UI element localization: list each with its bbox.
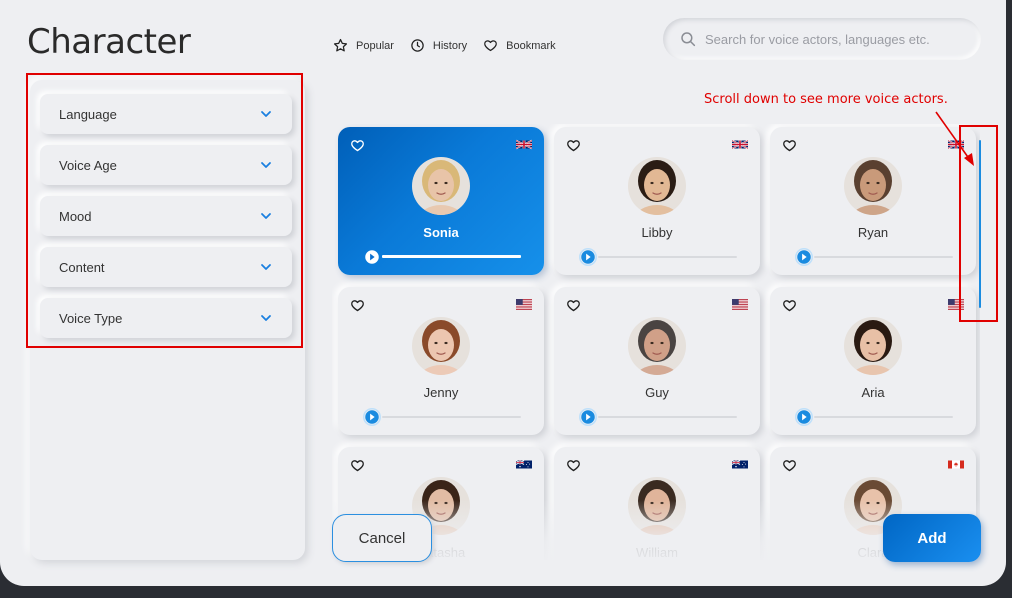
au-flag-icon: [732, 460, 748, 469]
voice-actor-card[interactable]: Aria: [770, 287, 976, 435]
actor-avatar: [844, 317, 902, 375]
actor-avatar: [412, 157, 470, 215]
play-icon[interactable]: [795, 408, 813, 426]
uk-flag-icon: [732, 139, 748, 150]
favorite-heart-icon[interactable]: [566, 458, 581, 473]
chevron-down-icon: [261, 213, 271, 219]
actor-name: Ryan: [857, 225, 889, 240]
top-nav: Popular History Bookmark: [333, 38, 556, 53]
voice-actor-grid: Sonia Libby Ryan Jenny Guy Aria Natasha William…: [332, 124, 980, 560]
favorite-heart-icon[interactable]: [350, 298, 365, 313]
character-window: Character Popular History Bookmark Langu…: [0, 0, 1006, 586]
page-title: Character: [27, 22, 191, 62]
canada-flag-icon: [948, 460, 964, 469]
play-icon[interactable]: [795, 248, 813, 266]
filter-language[interactable]: Language: [40, 94, 292, 134]
voice-actor-card[interactable]: Jenny: [338, 287, 544, 435]
add-button[interactable]: Add: [883, 514, 981, 562]
chevron-down-icon: [261, 162, 271, 168]
filter-label: Mood: [59, 208, 92, 224]
filter-voice-type[interactable]: Voice Type: [40, 298, 292, 338]
chevron-down-icon: [261, 111, 271, 117]
nav-popular[interactable]: Popular: [333, 38, 394, 53]
voice-actor-card[interactable]: William: [554, 447, 760, 560]
clock-icon: [411, 39, 424, 52]
audio-progress-track[interactable]: [814, 256, 953, 258]
actor-avatar: [628, 477, 686, 535]
cancel-button[interactable]: Cancel: [332, 514, 432, 562]
filter-sidebar: Language Voice Age Mood Content Voice Ty…: [30, 80, 305, 560]
search-box: [663, 18, 981, 60]
voice-actor-card[interactable]: Libby: [554, 127, 760, 275]
us-flag-icon: [732, 299, 748, 310]
audio-progress-track[interactable]: [382, 416, 521, 418]
actor-name: Aria: [861, 385, 885, 400]
favorite-heart-icon[interactable]: [350, 458, 365, 473]
heart-icon: [484, 40, 498, 52]
filter-label: Voice Age: [59, 157, 117, 173]
play-icon[interactable]: [363, 408, 381, 426]
play-icon[interactable]: [579, 248, 597, 266]
filter-mood[interactable]: Mood: [40, 196, 292, 236]
voice-actor-card[interactable]: Guy: [554, 287, 760, 435]
favorite-heart-icon[interactable]: [566, 298, 581, 313]
filter-label: Language: [59, 106, 117, 122]
filter-label: Content: [59, 259, 105, 275]
voice-actor-card[interactable]: Sonia: [338, 127, 544, 275]
play-icon[interactable]: [363, 248, 381, 266]
search-icon: [681, 32, 696, 47]
actor-name: Jenny: [423, 385, 459, 400]
actor-name: William: [636, 545, 678, 560]
favorite-heart-icon[interactable]: [782, 298, 797, 313]
favorite-heart-icon[interactable]: [566, 138, 581, 153]
annotation-arrow-icon: [935, 111, 974, 166]
actor-avatar: [412, 317, 470, 375]
favorite-heart-icon[interactable]: [350, 138, 365, 153]
uk-flag-icon: [516, 139, 532, 150]
filter-voice-age[interactable]: Voice Age: [40, 145, 292, 185]
nav-history-label: History: [432, 39, 468, 52]
us-flag-icon: [516, 299, 532, 310]
audio-progress-track[interactable]: [382, 255, 521, 258]
actor-avatar: [628, 317, 686, 375]
play-icon[interactable]: [579, 408, 597, 426]
star-icon: [333, 38, 348, 52]
us-flag-icon: [948, 299, 964, 310]
actor-avatar: [628, 157, 686, 215]
chevron-down-icon: [261, 264, 271, 270]
nav-bookmark[interactable]: Bookmark: [483, 38, 556, 53]
favorite-heart-icon[interactable]: [782, 458, 797, 473]
nav-popular-label: Popular: [356, 39, 394, 52]
au-flag-icon: [516, 460, 532, 469]
scroll-hint-annotation: Scroll down to see more voice actors.: [704, 92, 948, 107]
audio-progress-track[interactable]: [598, 416, 737, 418]
actor-name: Guy: [645, 385, 669, 400]
filter-content[interactable]: Content: [40, 247, 292, 287]
nav-history[interactable]: History: [410, 38, 467, 53]
actor-name: Libby: [641, 225, 673, 240]
search-input[interactable]: [705, 31, 965, 47]
favorite-heart-icon[interactable]: [782, 138, 797, 153]
audio-progress-track[interactable]: [598, 256, 737, 258]
audio-progress-track[interactable]: [814, 416, 953, 418]
actor-avatar: [844, 157, 902, 215]
nav-bookmark-label: Bookmark: [506, 39, 556, 52]
chevron-down-icon: [261, 315, 271, 321]
actor-name: Sonia: [423, 225, 459, 240]
filter-label: Voice Type: [59, 310, 123, 326]
